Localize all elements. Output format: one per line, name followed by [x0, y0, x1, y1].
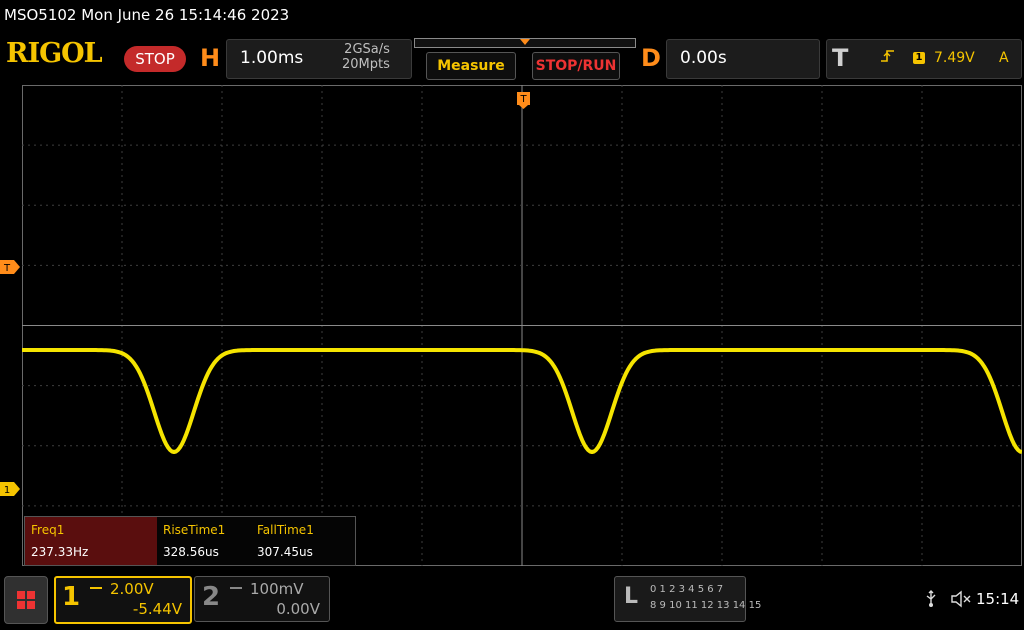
measurement-risetime[interactable]: RiseTime1 328.56us: [157, 517, 251, 565]
home-menu-button[interactable]: [4, 576, 48, 624]
trigger-mode: A: [999, 50, 1009, 66]
delay-value: 0.00s: [680, 48, 727, 68]
delay-label: D: [641, 44, 661, 72]
measurement-value: 307.45us: [257, 545, 313, 559]
channel-1-offset: -5.44V: [132, 600, 182, 618]
measure-button[interactable]: Measure: [426, 52, 516, 80]
trigger-level-marker-icon[interactable]: T: [0, 260, 22, 274]
trigger-level: 7.49V: [934, 50, 975, 66]
measurement-value: 237.33Hz: [31, 545, 89, 559]
trigger-position-marker-icon: [520, 39, 530, 45]
sample-rate: 2GSa/s: [344, 42, 390, 57]
logic-label: L: [624, 584, 639, 609]
measurement-label: RiseTime1: [163, 523, 226, 537]
speaker-muted-icon[interactable]: [950, 590, 972, 612]
channel-2-scale: 100mV: [250, 580, 304, 598]
rigol-logo: RIGOL: [6, 38, 103, 69]
horizontal-label: H: [200, 44, 221, 72]
trigger-source: 1: [913, 52, 925, 64]
channel-2-offset: 0.00V: [276, 600, 320, 618]
channel-1-number: 1: [62, 582, 81, 612]
dc-coupling-icon: [90, 587, 102, 592]
grid-menu-icon: [17, 591, 35, 609]
channel-1-scale: 2.00V: [110, 580, 154, 598]
memory-depth: 20Mpts: [342, 57, 390, 72]
usb-icon: [924, 590, 938, 612]
rising-edge-icon: [880, 48, 896, 68]
run-status-badge[interactable]: STOP: [124, 46, 186, 72]
logic-channels-row-2: 8 9 10 11 12 13 14 15: [650, 600, 762, 611]
sample-info: 2GSa/s 20Mpts: [342, 42, 390, 72]
channel-1-ground-marker-icon[interactable]: 1: [0, 482, 22, 496]
measurement-label: Freq1: [31, 523, 65, 537]
measurement-value: 328.56us: [163, 545, 219, 559]
measurement-label: FallTime1: [257, 523, 314, 537]
trigger-level-marker-label: T: [3, 263, 11, 274]
stop-run-button[interactable]: STOP/RUN: [532, 52, 620, 80]
time-per-div: 1.00ms: [240, 48, 304, 68]
logic-channels-row-1: 0 1 2 3 4 5 6 7: [650, 584, 724, 595]
waveform-grid[interactable]: [22, 85, 1022, 566]
measurement-freq[interactable]: Freq1 237.33Hz: [25, 517, 157, 565]
gridlines: [22, 85, 1022, 566]
channel-2-number: 2: [202, 582, 221, 612]
channel-1-marker-label: 1: [4, 485, 10, 496]
trigger-top-marker-label: T: [519, 94, 527, 105]
measurement-falltime[interactable]: FallTime1 307.45us: [251, 517, 345, 565]
dc-coupling-icon: [230, 587, 242, 592]
trigger-label: T: [832, 44, 849, 72]
status-clock: 15:14: [976, 590, 1020, 608]
trigger-position-top-marker-icon: T: [517, 92, 530, 109]
window-title: MSO5102 Mon June 26 15:14:46 2023: [4, 6, 290, 24]
measurement-panel[interactable]: Freq1 237.33Hz RiseTime1 328.56us FallTi…: [24, 516, 356, 566]
